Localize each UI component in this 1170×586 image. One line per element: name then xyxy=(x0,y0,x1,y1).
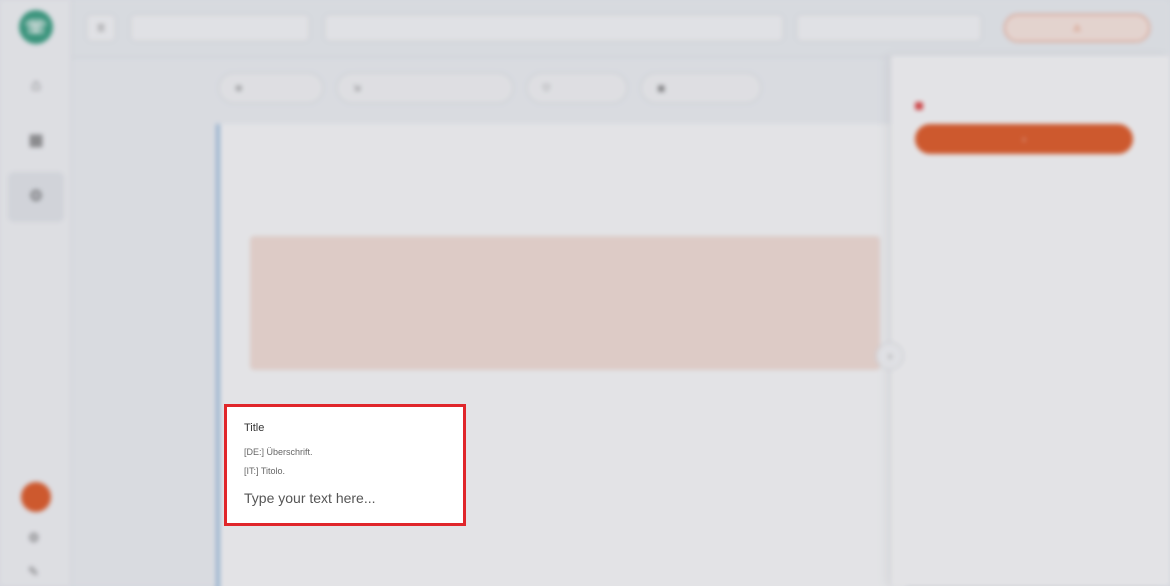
calendar-icon: ▣ xyxy=(657,82,666,93)
toolbar-button-2[interactable]: ⇲ xyxy=(336,72,514,104)
title-field-card: Title [DE:] Überschrift. [IT:] Titolo. xyxy=(224,404,466,526)
grid-icon: ▦ xyxy=(28,131,44,149)
breadcrumb xyxy=(324,14,784,42)
title-hint-de: [DE:] Überschrift. xyxy=(244,447,313,457)
workflow-status xyxy=(915,100,929,110)
toolbar-button-4[interactable]: ▣ xyxy=(640,72,762,104)
nav-item-content[interactable]: ▦ xyxy=(8,116,64,166)
collapse-panel-button[interactable]: › xyxy=(876,342,904,370)
nav-item-home[interactable]: ⌂ xyxy=(8,62,64,112)
settings-icon[interactable]: ⚙ xyxy=(28,530,40,546)
background-app: ☏ ⌂ ▦ ⚙ ⚙ ✎ ☰ ⚠ ⊕ ⇲ ⛉ ▣ › › xyxy=(0,0,1170,586)
toolbar-button-1[interactable]: ⊕ xyxy=(218,72,324,104)
chevron-right-icon: › xyxy=(1022,134,1026,144)
gear-icon: ⚙ xyxy=(28,187,44,205)
nav-item-settings[interactable]: ⚙ xyxy=(8,172,64,222)
top-action-button[interactable]: ⚠ xyxy=(1004,14,1150,42)
top-bar: ☰ ⚠ xyxy=(72,0,1170,58)
workflow-side-panel: › xyxy=(890,56,1170,586)
title-hint-it: [IT:] Titolo. xyxy=(244,466,286,476)
arrow-icon: ⇲ xyxy=(353,82,361,93)
menu-icon: ☰ xyxy=(96,22,106,33)
alert-icon: ⚠ xyxy=(1072,22,1082,33)
status-dot xyxy=(915,101,923,110)
user-avatar[interactable] xyxy=(21,482,51,512)
app-logo: ☏ xyxy=(19,10,53,44)
guidance-box xyxy=(250,236,880,370)
content-toolbar: ⊕ ⇲ ⛉ ▣ xyxy=(218,72,762,104)
home-icon: ⌂ xyxy=(31,76,41,94)
title-input[interactable] xyxy=(244,487,444,509)
left-sidebar: ☏ ⌂ ▦ ⚙ ⚙ ✎ xyxy=(0,0,72,586)
project-selector[interactable] xyxy=(130,14,310,42)
pin-icon[interactable]: ✎ xyxy=(28,564,39,580)
locale-selector[interactable] xyxy=(796,14,982,42)
plus-icon: ⊕ xyxy=(235,82,243,93)
chevron-right-icon: › xyxy=(888,349,892,363)
title-field-label: Title xyxy=(244,422,265,434)
filter-icon: ⛉ xyxy=(543,82,550,93)
toolbar-button-3[interactable]: ⛉ xyxy=(526,72,628,104)
workflow-step-button[interactable]: › xyxy=(915,124,1133,154)
menu-button[interactable]: ☰ xyxy=(86,14,116,42)
